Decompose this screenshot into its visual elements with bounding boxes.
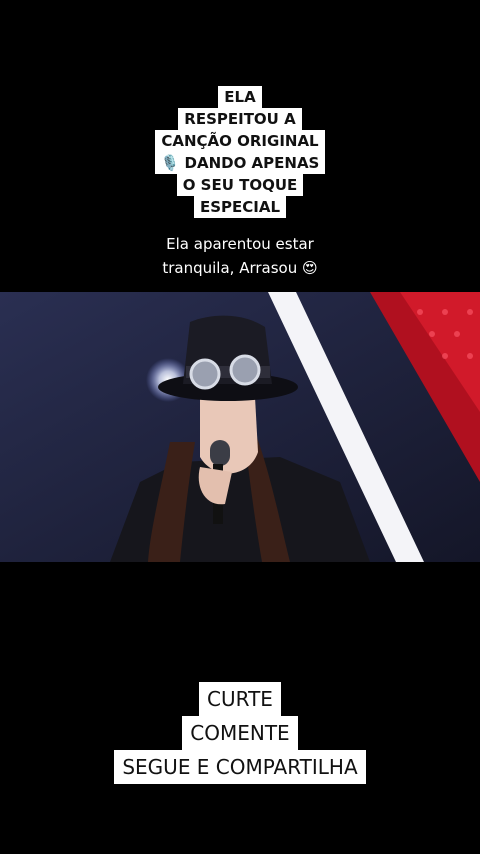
top-caption-line: CANÇÃO ORIGINAL — [155, 130, 325, 152]
bottom-caption: CURTE COMENTE SEGUE E COMPARTILHA — [0, 682, 480, 784]
top-caption: ELA RESPEITOU A CANÇÃO ORIGINAL 🎙️ DANDO… — [0, 86, 480, 218]
bottom-caption-line: COMENTE — [182, 716, 298, 750]
bottom-caption-line: CURTE — [199, 682, 281, 716]
top-caption-line: ELA — [218, 86, 262, 108]
top-caption-line: O SEU TOQUE — [176, 174, 304, 196]
subtitle-line: Ela aparentou estar — [166, 235, 314, 253]
top-caption-line: 🎙️ DANDO APENAS — [154, 152, 326, 174]
subtitle-line: tranquila, Arrasou 😍 — [162, 259, 318, 277]
top-caption-line: ESPECIAL — [193, 196, 287, 218]
top-caption-line: RESPEITOU A — [178, 108, 302, 130]
subtitle: Ela aparentou estar tranquila, Arrasou 😍 — [0, 232, 480, 280]
singer-stage-image — [0, 292, 480, 562]
video-frame[interactable] — [0, 292, 480, 562]
bottom-caption-line: SEGUE E COMPARTILHA — [114, 750, 366, 784]
